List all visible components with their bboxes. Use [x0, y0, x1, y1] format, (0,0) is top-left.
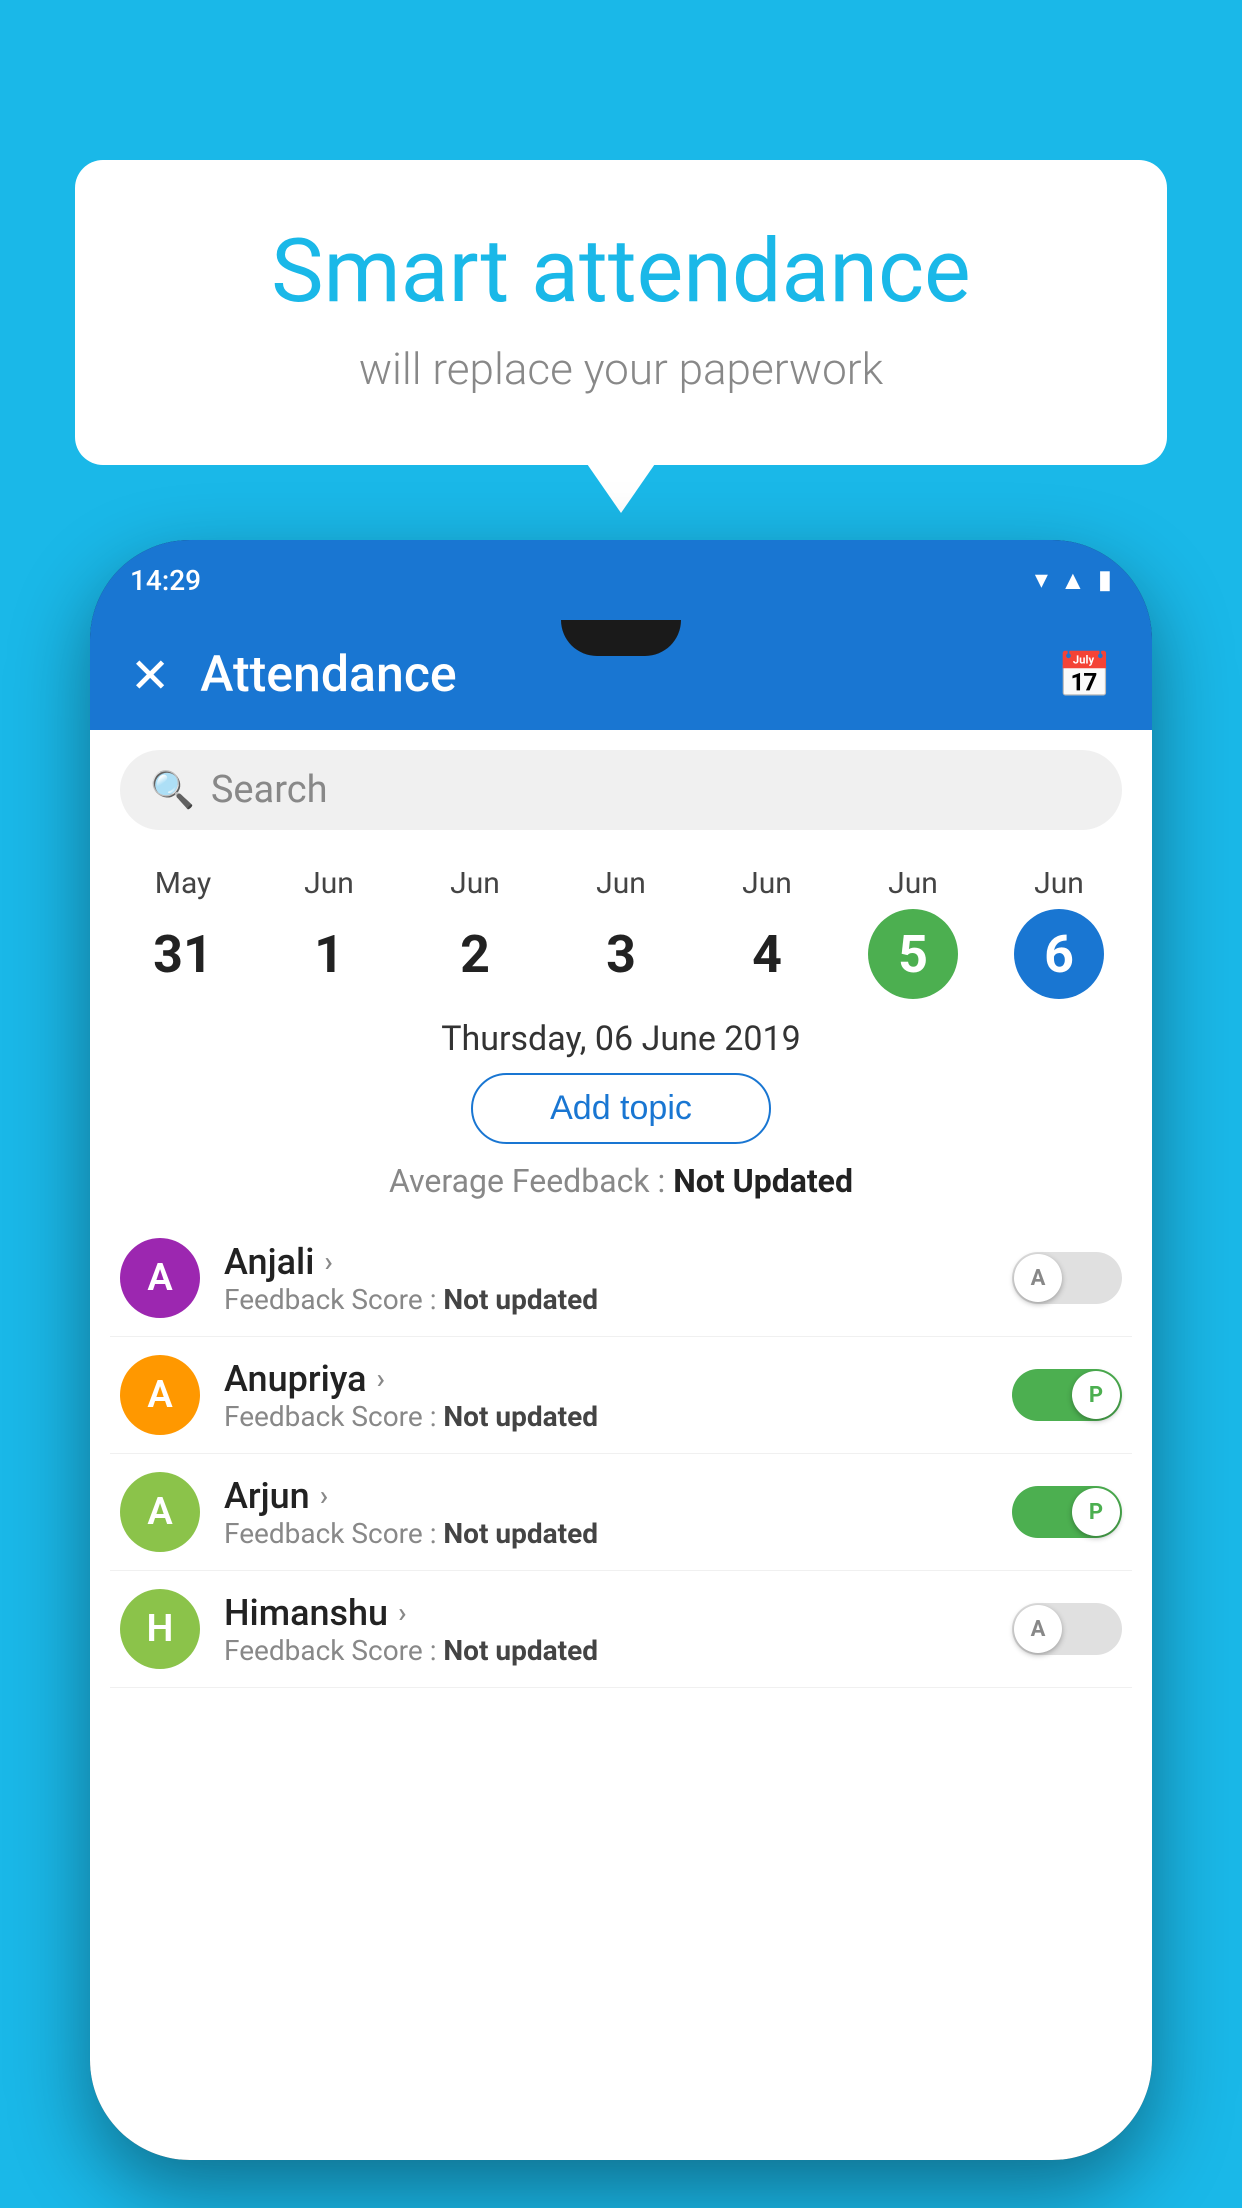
calendar-icon[interactable]: 📅 [1057, 649, 1112, 701]
chevron-right-icon: › [377, 1362, 385, 1395]
student-row[interactable]: H Himanshu ›Feedback Score : Not updatedA [110, 1571, 1132, 1688]
date-month-1: Jun [304, 866, 354, 901]
date-month-3: Jun [596, 866, 646, 901]
speech-bubble-subtitle: will replace your paperwork [155, 343, 1087, 395]
student-name: Anupriya › [224, 1358, 1012, 1400]
date-col-6[interactable]: Jun 6 [1014, 866, 1104, 999]
avatar: A [120, 1355, 200, 1435]
student-name: Himanshu › [224, 1592, 1012, 1634]
avatar: A [120, 1238, 200, 1318]
student-feedback: Feedback Score : Not updated [224, 1517, 1012, 1550]
date-day-1[interactable]: 1 [284, 909, 374, 999]
student-info: Anupriya ›Feedback Score : Not updated [224, 1358, 1012, 1433]
date-col-3[interactable]: Jun 3 [576, 866, 666, 999]
date-month-2: Jun [450, 866, 500, 901]
chevron-right-icon: › [324, 1245, 332, 1278]
search-placeholder: Search [211, 768, 328, 812]
date-day-0[interactable]: 31 [138, 909, 228, 999]
speech-bubble: Smart attendance will replace your paper… [75, 160, 1167, 465]
attendance-toggle[interactable]: A [1012, 1252, 1122, 1304]
student-row[interactable]: AAnjali ›Feedback Score : Not updatedA [110, 1220, 1132, 1337]
date-day-3[interactable]: 3 [576, 909, 666, 999]
date-col-5[interactable]: Jun 5 [868, 866, 958, 999]
signal-icon: ▲ [1060, 565, 1086, 596]
status-bar: 14:29 ▾ ▲ ▮ [90, 540, 1152, 620]
student-list: AAnjali ›Feedback Score : Not updatedAAA… [90, 1220, 1152, 1688]
date-col-1[interactable]: Jun 1 [284, 866, 374, 999]
toggle-knob: P [1072, 1371, 1120, 1419]
average-feedback: Average Feedback : Not Updated [90, 1162, 1152, 1200]
date-day-2[interactable]: 2 [430, 909, 520, 999]
status-time: 14:29 [130, 564, 201, 597]
selected-date-label: Thursday, 06 June 2019 [90, 1019, 1152, 1059]
chevron-right-icon: › [320, 1479, 328, 1512]
avatar: A [120, 1472, 200, 1552]
student-info: Himanshu ›Feedback Score : Not updated [224, 1592, 1012, 1667]
search-icon: 🔍 [150, 769, 195, 811]
phone-notch [561, 620, 681, 656]
phone-frame: 14:29 ▾ ▲ ▮ ✕ Attendance 📅 🔍 Search May3… [90, 540, 1152, 2160]
date-day-4[interactable]: 4 [722, 909, 812, 999]
student-feedback: Feedback Score : Not updated [224, 1400, 1012, 1433]
phone-content: 🔍 Search May 31 Jun 1 Jun 2 Jun 3 Jun 4 Jun 5 Jun 6 T… [90, 730, 1152, 2160]
close-button[interactable]: ✕ [130, 647, 170, 704]
status-icons: ▾ ▲ ▮ [1035, 565, 1112, 596]
student-row[interactable]: A Arjun ›Feedback Score : Not updated P [110, 1454, 1132, 1571]
student-name: Anjali › [224, 1241, 1012, 1283]
student-info: Anjali ›Feedback Score : Not updated [224, 1241, 1012, 1316]
date-col-0[interactable]: May 31 [138, 866, 228, 999]
student-info: Arjun ›Feedback Score : Not updated [224, 1475, 1012, 1550]
date-day-6[interactable]: 6 [1014, 909, 1104, 999]
toggle-knob: A [1014, 1254, 1062, 1302]
add-topic-button[interactable]: Add topic [471, 1073, 771, 1144]
student-name: Arjun › [224, 1475, 1012, 1517]
avg-feedback-label: Average Feedback : [389, 1162, 665, 1200]
avatar: H [120, 1589, 200, 1669]
speech-bubble-container: Smart attendance will replace your paper… [75, 160, 1167, 465]
wifi-icon: ▾ [1035, 565, 1048, 595]
student-feedback: Feedback Score : Not updated [224, 1283, 1012, 1316]
attendance-toggle[interactable]: A [1012, 1603, 1122, 1655]
date-month-6: Jun [1034, 866, 1084, 901]
toggle-knob: P [1072, 1488, 1120, 1536]
date-strip: May 31 Jun 1 Jun 2 Jun 3 Jun 4 Jun 5 Jun 6 [90, 850, 1152, 999]
toggle-knob: A [1014, 1605, 1062, 1653]
chevron-right-icon: › [398, 1596, 406, 1629]
avg-feedback-value: Not Updated [673, 1162, 853, 1200]
student-row[interactable]: A Anupriya ›Feedback Score : Not updated P [110, 1337, 1132, 1454]
speech-bubble-title: Smart attendance [155, 220, 1087, 323]
attendance-toggle[interactable]: P [1012, 1486, 1122, 1538]
date-col-4[interactable]: Jun 4 [722, 866, 812, 999]
date-col-2[interactable]: Jun 2 [430, 866, 520, 999]
date-month-4: Jun [742, 866, 792, 901]
student-feedback: Feedback Score : Not updated [224, 1634, 1012, 1667]
date-month-5: Jun [888, 866, 938, 901]
battery-icon: ▮ [1098, 565, 1112, 595]
search-bar[interactable]: 🔍 Search [120, 750, 1122, 830]
attendance-toggle[interactable]: P [1012, 1369, 1122, 1421]
date-month-0: May [155, 866, 211, 901]
date-day-5[interactable]: 5 [868, 909, 958, 999]
